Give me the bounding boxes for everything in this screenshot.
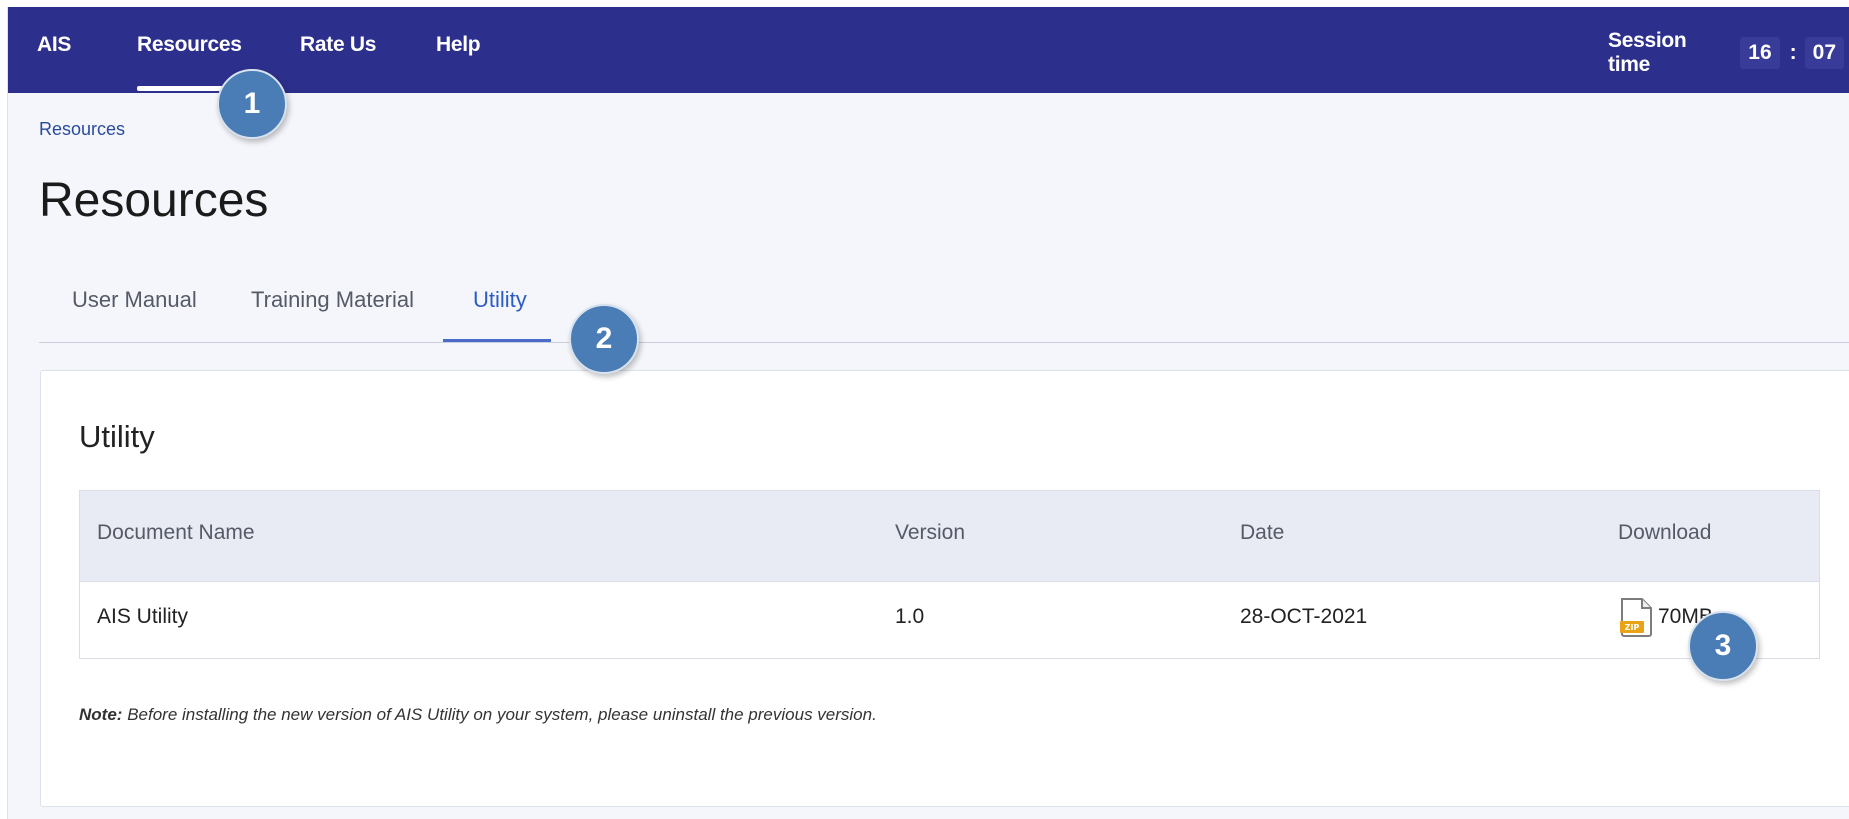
nav-item-ais[interactable]: AIS: [37, 33, 71, 57]
tab-utility[interactable]: Utility: [473, 287, 527, 313]
callout-1: 1: [217, 69, 287, 139]
svg-text:ZIP: ZIP: [1625, 623, 1640, 632]
header-version: Version: [895, 521, 966, 544]
tabs-divider: [39, 342, 1849, 343]
session-timer: Session time 16 : 07: [1608, 29, 1849, 76]
utility-table: Document Name Version Date Download AIS …: [79, 490, 1820, 659]
tab-training-material[interactable]: Training Material: [251, 287, 414, 313]
callout-2: 2: [569, 304, 639, 374]
nav-item-resources[interactable]: Resources: [137, 33, 242, 57]
note-text: Before installing the new version of AIS…: [127, 705, 877, 724]
session-time-label: Session time: [1608, 29, 1687, 76]
installation-note: Note: Before installing the new version …: [79, 705, 877, 725]
note-label: Note:: [79, 705, 123, 724]
callout-3: 3: [1688, 611, 1758, 681]
table-row: AIS Utility 1.0 28-OCT-2021 ZIP 70MB: [80, 582, 1819, 659]
page-title: Resources: [39, 174, 269, 227]
tab-user-manual[interactable]: User Manual: [72, 287, 197, 313]
session-separator: :: [1789, 41, 1797, 64]
breadcrumb-resources[interactable]: Resources: [39, 119, 125, 140]
zip-file-icon[interactable]: ZIP: [1618, 597, 1654, 637]
cell-document-name: AIS Utility: [97, 605, 189, 628]
utility-card: Utility Document Name Version Date Downl…: [40, 370, 1849, 807]
nav-item-help[interactable]: Help: [436, 33, 481, 57]
header-document-name: Document Name: [97, 521, 255, 544]
session-minutes: 07: [1804, 37, 1844, 69]
cell-date: 28-OCT-2021: [1240, 605, 1368, 628]
app-frame: AIS Resources Rate Us Help Session time …: [7, 7, 1849, 819]
table-header: Document Name Version Date Download: [80, 491, 1819, 582]
resource-tabs: User Manual Training Material Utility: [39, 277, 1849, 343]
header-download: Download: [1618, 521, 1712, 544]
top-navigation-bar: AIS Resources Rate Us Help Session time …: [8, 7, 1849, 93]
nav-item-rate-us[interactable]: Rate Us: [300, 33, 376, 57]
cell-version: 1.0: [895, 605, 925, 628]
card-title: Utility: [79, 419, 155, 454]
session-hours: 16: [1740, 37, 1780, 69]
header-date: Date: [1240, 521, 1285, 544]
